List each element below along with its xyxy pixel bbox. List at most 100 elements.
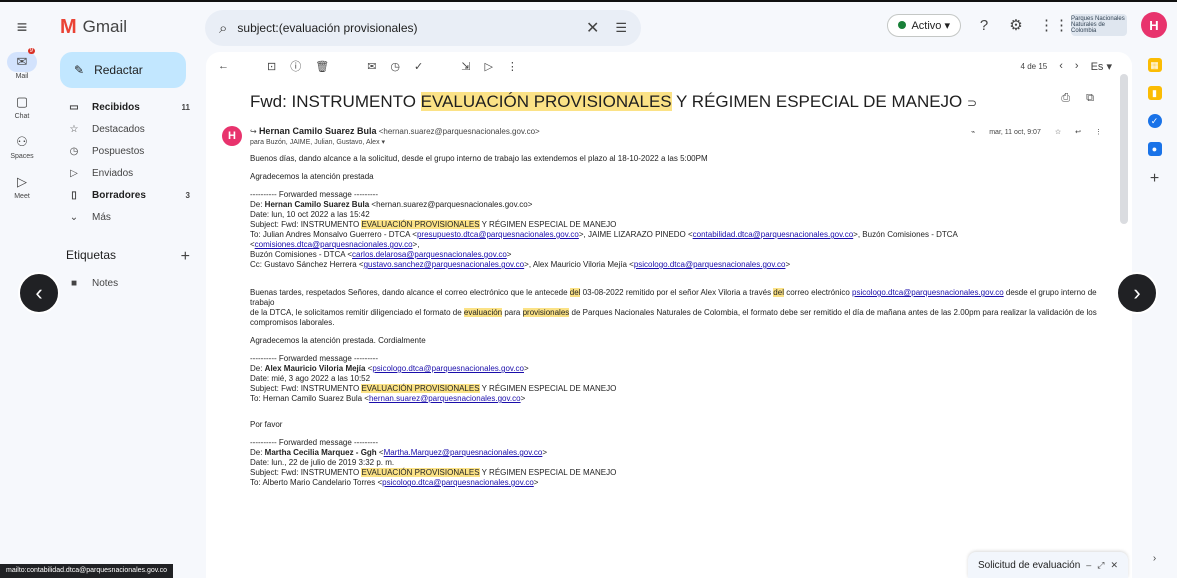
recipients-line[interactable]: para Buzón, JAIME, Julian, Gustavo, Alex… — [250, 138, 385, 146]
sidebar-item-sent[interactable]: ▷ Enviados — [44, 162, 204, 184]
chat-icon: ▢ — [15, 94, 29, 109]
sidebar-item-label-notes[interactable]: ■ Notes — [44, 272, 204, 294]
body-highlight: evaluación — [463, 308, 503, 317]
email-link[interactable]: comisiones.dtca@parquesnacionales.gov.co — [255, 240, 413, 249]
apps-grid-icon[interactable]: ⋮⋮ — [1039, 16, 1069, 34]
forward-to: To: Julian Andres Monsalvo Guerrero - DT… — [250, 230, 1106, 250]
search-icon[interactable]: ⌕ — [219, 20, 227, 37]
status-dropdown[interactable]: Activo ▾ — [887, 13, 961, 37]
label-icon[interactable]: ▷ — [484, 60, 492, 73]
email-link[interactable]: hernan.suarez@parquesnacionales.gov.co — [369, 394, 521, 403]
forward-to-text: To: Hernan Camilo Suarez Bula < — [250, 394, 369, 403]
star-message-icon[interactable]: ☆ — [1055, 128, 1061, 136]
contacts-icon[interactable]: ● — [1147, 142, 1162, 156]
sender-avatar[interactable]: H — [222, 126, 242, 146]
back-arrow-icon[interactable]: ← — [218, 60, 229, 72]
sender-email: <hernan.suarez@parquesnacionales.gov.co> — [378, 127, 540, 136]
move-to-icon[interactable]: ⇲ — [461, 60, 470, 73]
next-message-button[interactable]: › — [1116, 272, 1158, 314]
email-link[interactable]: psicologo.dtca@parquesnacionales.gov.co — [852, 288, 1004, 297]
prev-message-button[interactable]: ‹ — [18, 272, 60, 314]
calendar-icon[interactable]: ▦ — [1147, 58, 1162, 72]
mark-unread-icon[interactable]: ✉ — [367, 60, 376, 73]
open-new-window-icon[interactable]: ⧉ — [1086, 92, 1094, 105]
help-icon[interactable]: ? — [975, 17, 993, 34]
forward-date: Date: lun., 22 de julio de 2019 3:32 p. … — [250, 458, 395, 467]
tasks-icon[interactable]: ✓ — [1147, 114, 1162, 128]
rail-chat[interactable]: ▢ Chat — [0, 92, 44, 120]
email-link[interactable]: psicologo.dtca@parquesnacionales.gov.co — [382, 478, 534, 487]
delete-icon[interactable]: 🗑 — [315, 60, 329, 73]
rail-mail[interactable]: ✉ 9 Mail — [0, 48, 44, 80]
keep-icon[interactable]: ▮ — [1147, 86, 1162, 100]
email-link[interactable]: Martha.Marquez@parquesnacionales.gov.co — [384, 448, 543, 457]
sidebar-item-snoozed[interactable]: ◷ Pospuestos — [44, 140, 204, 162]
sidebar-item-label: Más — [92, 211, 111, 223]
sender-name[interactable]: Hernan Camilo Suarez Bula — [259, 126, 377, 136]
close-icon[interactable]: ✕ — [1110, 560, 1118, 571]
add-addon-icon[interactable]: + — [1132, 170, 1177, 188]
prev-page-icon[interactable]: ‹ — [1059, 60, 1063, 72]
expand-icon[interactable]: ⤢ — [1097, 560, 1104, 571]
side-panel: ▦ ▮ ✓ ● + › — [1132, 52, 1177, 578]
rail-meet[interactable]: ▷ Meet — [0, 172, 44, 200]
print-icon[interactable]: ⎙ — [1061, 92, 1070, 105]
subject-actions: ⎙ ⧉ — [1061, 92, 1094, 105]
rail-mail-label: Mail — [15, 73, 29, 80]
more-actions-icon[interactable]: ⋮ — [1095, 128, 1102, 136]
clock-icon: ◷ — [69, 145, 79, 157]
meet-icon: ▷ — [17, 174, 27, 189]
label-tag-icon: ■ — [70, 277, 78, 289]
sidebar-item-starred[interactable]: ☆ Destacados — [44, 118, 204, 140]
forward-from: De: Martha Cecilia Marquez - Ggh <Martha… — [250, 448, 548, 457]
sidebar-item-count: 3 — [185, 190, 190, 200]
forward-to-text: > — [520, 394, 526, 403]
add-task-icon[interactable]: ✓ — [414, 60, 423, 73]
account-avatar[interactable]: H — [1141, 12, 1167, 38]
clear-search-icon[interactable]: ✕ — [586, 18, 599, 38]
email-link[interactable]: psicologo.dtca@parquesnacionales.gov.co — [372, 364, 524, 373]
settings-gear-icon[interactable]: ⚙ — [1007, 16, 1025, 34]
message-body: Buenos días, dando alcance a la solicitu… — [250, 154, 1106, 496]
next-page-icon[interactable]: › — [1075, 60, 1079, 72]
sidebar-item-more[interactable]: ⌄ Más — [44, 206, 204, 228]
email-link[interactable]: psicologo.dtca@parquesnacionales.gov.co — [634, 260, 786, 269]
report-spam-icon[interactable]: ⓘ — [290, 58, 301, 74]
message-meta: ⌁ mar, 11 oct, 9:07 ☆ ↩ ⋮ — [971, 128, 1102, 137]
sidebar-item-inbox[interactable]: ▭ Recibidos 11 — [44, 96, 204, 118]
body-text: de Parques Nacionales Naturales de Colom… — [569, 308, 1097, 317]
gmail-logo[interactable]: M Gmail — [60, 16, 127, 39]
search-input[interactable] — [237, 21, 576, 35]
email-link[interactable]: gustavo.sanchez@parquesnacionales.gov.co — [364, 260, 525, 269]
email-link[interactable]: contabilidad.dtca@parquesnacionales.gov.… — [693, 230, 854, 239]
menu-icon[interactable]: ≡ — [10, 15, 34, 39]
organization-logo[interactable]: Parques Nacionales Naturales de Colombia — [1071, 14, 1127, 36]
sidebar-item-drafts[interactable]: ▯ Borradores 3 — [44, 184, 204, 206]
language-selector[interactable]: Es ▾ — [1091, 60, 1112, 73]
forward-to-text: >, — [412, 240, 420, 249]
add-label-icon[interactable]: + — [181, 248, 190, 266]
send-icon: ▷ — [70, 167, 78, 179]
email-link[interactable]: carlos.delarosa@parquesnacionales.gov.co — [352, 250, 507, 259]
compose-button[interactable]: ✎ Redactar — [60, 52, 186, 88]
minimize-icon[interactable]: – — [1086, 560, 1091, 571]
chevron-right-icon[interactable]: › — [1132, 553, 1177, 564]
body-highlight: provisionales — [522, 308, 570, 317]
more-vert-icon[interactable]: ⋮ — [507, 60, 518, 73]
search-bar[interactable]: ⌕ ✕ ☰ — [205, 10, 641, 46]
minimized-compose[interactable]: Solicitud de evaluación – ⤢ ✕ — [968, 552, 1128, 578]
search-options-icon[interactable]: ☰ — [615, 20, 627, 36]
forward-to-text: >, JAIME LIZARAZO PINEDO < — [578, 230, 693, 239]
snooze-icon[interactable]: ◷ — [390, 60, 400, 73]
pagination: 4 de 15 ‹ › Es ▾ — [1021, 60, 1112, 73]
rail-spaces[interactable]: ⚇ Spaces — [0, 132, 44, 160]
scrollbar-thumb[interactable] — [1120, 74, 1128, 224]
sidebar-item-label: Destacados — [92, 123, 145, 135]
email-link[interactable]: presupuesto.dtca@parquesnacionales.gov.c… — [417, 230, 579, 239]
body-text: para — [502, 308, 523, 317]
reply-icon[interactable]: ↩ — [1075, 128, 1081, 136]
status-dot-icon — [898, 21, 907, 29]
important-label-icon[interactable]: ⊃ — [967, 96, 977, 110]
forward-to-text: To: Alberto Mario Candelario Torres < — [250, 478, 383, 487]
archive-icon[interactable]: ⊡ — [267, 60, 276, 73]
